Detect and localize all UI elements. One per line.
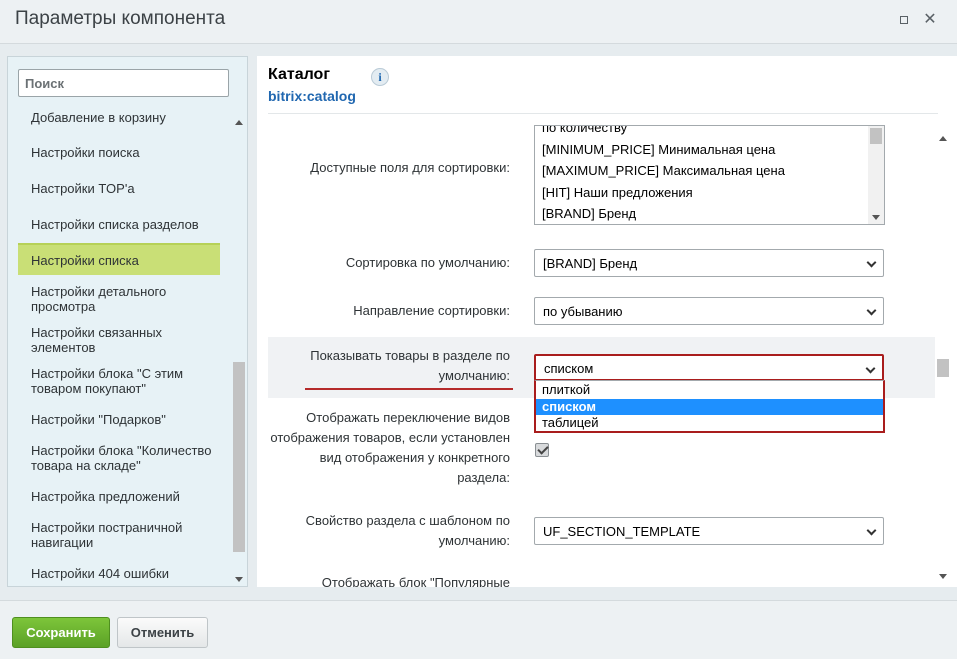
sidebar-item-also-bought[interactable]: Настройки блока "С этим товаром покупают…	[18, 366, 220, 396]
view-switch-label-line4: раздела:	[457, 470, 510, 485]
list-item[interactable]: [MAXIMUM_PRICE] Максимальная цена	[542, 163, 785, 178]
sort-direction-label: Направление сортировки:	[353, 303, 510, 318]
default-sort-label: Сортировка по умолчанию:	[345, 255, 510, 270]
sort-direction-select[interactable]: по убыванию	[534, 297, 884, 325]
sidebar-item-pagination[interactable]: Настройки постраничной навигации	[18, 520, 220, 550]
view-switch-label-line3: вид отображения у конкретного	[319, 450, 510, 465]
sidebar-item-404[interactable]: Настройки 404 ошибки	[18, 566, 220, 581]
sidebar-scrollbar[interactable]	[232, 112, 246, 582]
search-input[interactable]	[18, 69, 229, 97]
list-item[interactable]: [MINIMUM_PRICE] Минимальная цена	[542, 142, 775, 157]
option-list[interactable]: списком	[536, 399, 883, 415]
default-sort-select[interactable]: [BRAND] Бренд	[534, 249, 884, 277]
sidebar-item-detail-view[interactable]: Настройки детального просмотра	[18, 284, 220, 314]
chevron-down-icon	[866, 525, 877, 536]
default-view-select[interactable]: списком	[534, 354, 884, 381]
sidebar-item-add-to-cart[interactable]: Добавление в корзину	[18, 110, 220, 125]
list-item[interactable]: [HIT] Наши предложения	[542, 185, 693, 200]
scroll-up-icon[interactable]	[939, 136, 947, 141]
scrollbar-thumb[interactable]	[937, 359, 949, 377]
chevron-down-icon	[866, 305, 877, 316]
sidebar-item-section-list[interactable]: Настройки списка разделов	[18, 217, 220, 232]
view-switch-label-line2: отображения товаров, если установлен	[270, 430, 510, 445]
sidebar-item-stock-block[interactable]: Настройки блока "Количество товара на ск…	[18, 443, 220, 473]
sidebar-item-gifts[interactable]: Настройки "Подарков"	[18, 412, 220, 427]
component-title: Каталог	[268, 66, 330, 83]
save-button[interactable]: Сохранить	[12, 617, 110, 648]
sidebar-item-list-settings[interactable]: Настройки списка	[18, 243, 220, 275]
sidebar-item-offers[interactable]: Настройка предложений	[18, 489, 220, 504]
view-switch-label-line1: Отображать переключение видов	[306, 410, 510, 425]
sidebar-item-top-settings[interactable]: Настройки TOP'а	[18, 181, 220, 196]
default-view-label-line1: Показывать товары в разделе по	[310, 348, 510, 363]
scroll-down-icon[interactable]	[872, 215, 880, 220]
section-template-value: UF_SECTION_TEMPLATE	[543, 524, 701, 539]
sidebar-item-search-settings[interactable]: Настройки поиска	[18, 145, 220, 160]
section-template-select[interactable]: UF_SECTION_TEMPLATE	[534, 517, 884, 545]
scroll-up-icon[interactable]	[235, 120, 243, 125]
popular-block-label-clip: Отображать блок "Популярные	[277, 573, 510, 587]
sort-fields-listbox[interactable]: по количеству [MINIMUM_PRICE] Минимальна…	[534, 125, 885, 225]
chevron-down-icon	[865, 363, 876, 374]
scrollbar-thumb[interactable]	[233, 362, 245, 552]
main-scrollbar[interactable]	[936, 131, 950, 583]
section-template-label-line2: умолчанию:	[438, 533, 510, 548]
listbox-scrollbar[interactable]	[868, 126, 884, 224]
maximize-icon[interactable]	[896, 12, 912, 28]
sidebar-item-related-elements[interactable]: Настройки связанных элементов	[18, 325, 220, 355]
sort-direction-value: по убыванию	[543, 304, 623, 319]
cancel-button[interactable]: Отменить	[117, 617, 208, 648]
scroll-down-icon[interactable]	[939, 574, 947, 579]
option-tile[interactable]: плиткой	[536, 382, 883, 398]
default-view-label-line2: умолчанию:	[438, 368, 510, 383]
scroll-down-icon[interactable]	[235, 577, 243, 582]
option-table[interactable]: таблицей	[536, 415, 883, 431]
settings-panel: Каталог i bitrix:catalog Доступные поля …	[257, 56, 957, 587]
list-item[interactable]: [BRAND] Бренд	[542, 206, 636, 221]
default-view-value: списком	[544, 361, 594, 376]
dialog-header: Параметры компонента ✕	[0, 0, 957, 44]
chevron-down-icon	[866, 257, 877, 268]
dialog-footer: Сохранить Отменить	[0, 600, 957, 659]
component-id: bitrix:catalog	[268, 88, 356, 104]
view-switch-checkbox[interactable]	[535, 443, 549, 457]
dialog-title: Параметры компонента	[15, 8, 226, 29]
info-icon[interactable]: i	[371, 68, 389, 86]
section-template-label-line1: Свойство раздела с шаблоном по	[305, 513, 510, 528]
popular-block-label: Отображать блок "Популярные	[321, 575, 510, 587]
sort-fields-label: Доступные поля для сортировки:	[310, 160, 510, 175]
default-sort-value: [BRAND] Бренд	[543, 256, 638, 271]
close-icon[interactable]: ✕	[922, 12, 938, 28]
sidebar: Добавление в корзину Настройки поиска На…	[7, 56, 248, 587]
list-item[interactable]: по количеству	[542, 126, 627, 135]
divider	[268, 113, 938, 114]
scrollbar-thumb[interactable]	[870, 128, 882, 144]
annotation-underline	[305, 388, 513, 390]
default-view-dropdown[interactable]: плиткой списком таблицей	[534, 380, 885, 433]
